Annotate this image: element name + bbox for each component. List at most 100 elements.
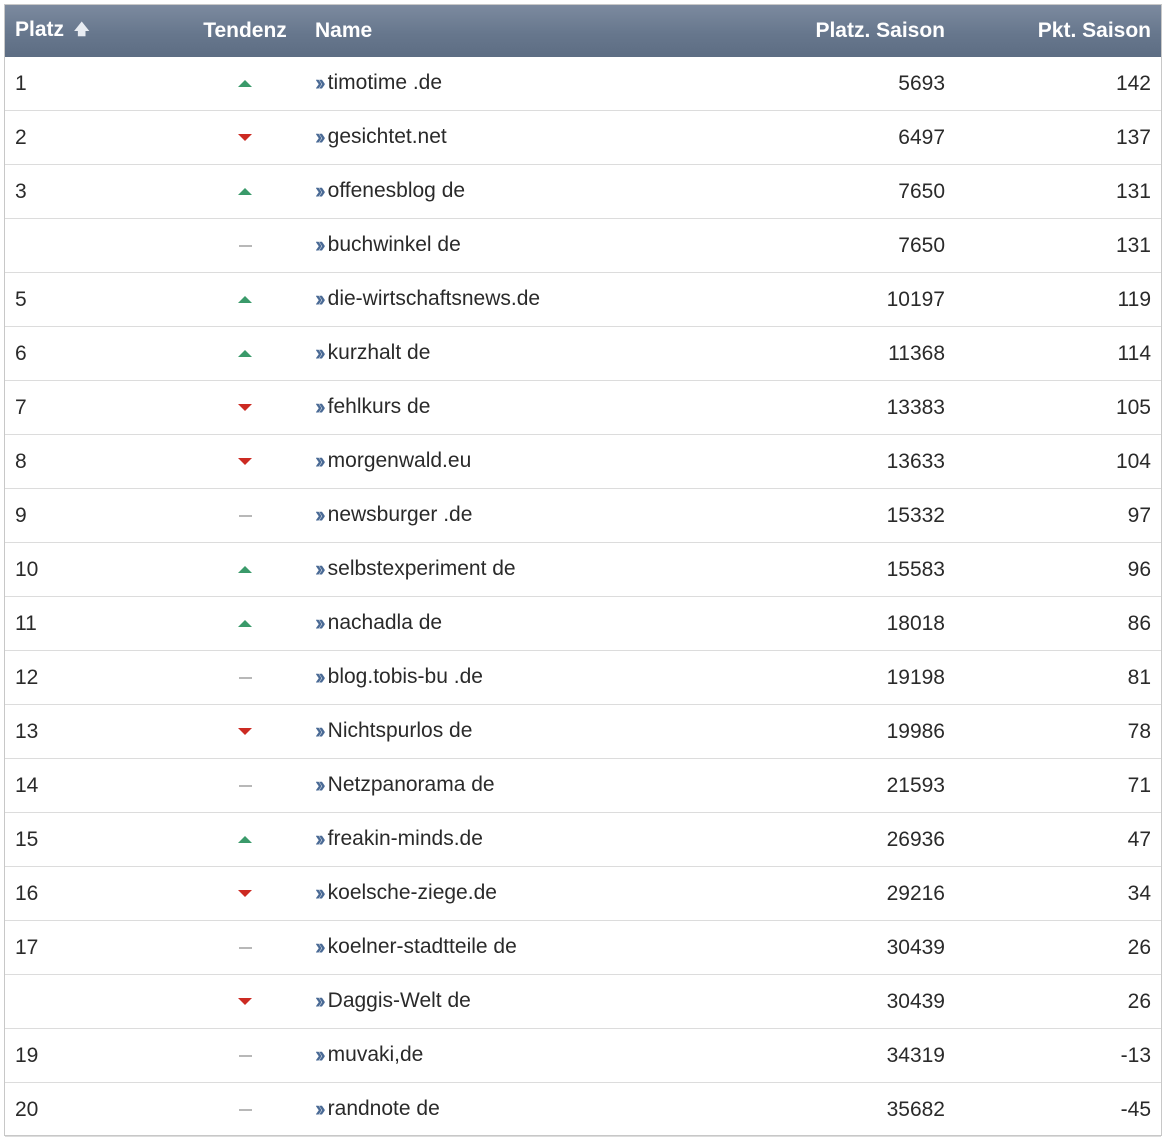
double-chevron-right-icon: ›› <box>315 502 325 527</box>
season-points-cell: 47 <box>955 812 1161 867</box>
name-cell: ›› kurzhalt de <box>315 326 785 381</box>
blog-name-label: buchwinkel de <box>327 233 461 256</box>
column-header-platz[interactable]: Platz 🡅 <box>5 5 175 57</box>
season-points-cell: 137 <box>955 110 1161 165</box>
season-rank-cell: 26936 <box>785 812 955 867</box>
trend-cell <box>175 812 315 867</box>
blog-name-label: Daggis-Welt de <box>327 989 471 1012</box>
season-rank-cell: 21593 <box>785 758 955 813</box>
trend-cell <box>175 542 315 597</box>
season-points-cell: 86 <box>955 596 1161 651</box>
name-cell: ›› buchwinkel de <box>315 218 785 273</box>
blog-link[interactable]: ›› nachadla de <box>315 611 442 635</box>
column-header-name[interactable]: Name <box>315 5 785 57</box>
double-chevron-right-icon: ›› <box>315 340 325 365</box>
season-rank-cell: 7650 <box>785 218 955 273</box>
blog-link[interactable]: ›› blog.tobis-bu .de <box>315 665 483 689</box>
double-chevron-right-icon: ›› <box>315 124 325 149</box>
table-row: 11 ›› nachadla de 18018 86 <box>5 596 1161 651</box>
rank-cell: 8 <box>5 434 175 489</box>
season-rank-cell: 35682 <box>785 1082 955 1137</box>
rank-cell: 15 <box>5 812 175 867</box>
trend-cell <box>175 1028 315 1083</box>
trend-cell <box>175 920 315 975</box>
season-rank-cell: 7650 <box>785 164 955 219</box>
blog-link[interactable]: ›› buchwinkel de <box>315 233 461 257</box>
double-chevron-right-icon: ›› <box>315 394 325 419</box>
blog-link[interactable]: ›› gesichtet.net <box>315 125 447 149</box>
blog-link[interactable]: ›› koelsche-ziege.de <box>315 881 497 905</box>
blog-link[interactable]: ›› Nichtspurlos de <box>315 719 472 743</box>
blog-name-label: newsburger .de <box>327 503 473 526</box>
blog-link[interactable]: ›› timotime .de <box>315 71 442 95</box>
season-rank-cell: 6497 <box>785 110 955 165</box>
trend-same-icon <box>238 244 252 247</box>
ranking-table: Platz 🡅 Tendenz Name Platz. Saison Pkt. S… <box>5 5 1161 1137</box>
name-cell: ›› selbstexperiment de <box>315 542 785 597</box>
trend-cell <box>175 650 315 705</box>
rank-cell: 12 <box>5 650 175 705</box>
blog-link[interactable]: ›› koelner-stadtteile de <box>315 935 517 959</box>
name-cell: ›› blog.tobis-bu .de <box>315 650 785 705</box>
blog-link[interactable]: ›› die-wirtschaftsnews.de <box>315 287 540 311</box>
double-chevron-right-icon: ›› <box>315 826 325 851</box>
table-row: 19 ›› muvaki,de 34319 -13 <box>5 1028 1161 1083</box>
blog-link[interactable]: ›› kurzhalt de <box>315 341 430 365</box>
double-chevron-right-icon: ›› <box>315 70 325 95</box>
rank-cell <box>5 218 175 273</box>
trend-cell <box>175 704 315 759</box>
name-cell: ›› morgenwald.eu <box>315 434 785 489</box>
blog-name-label: nachadla de <box>327 611 443 634</box>
blog-link[interactable]: ›› Daggis-Welt de <box>315 989 471 1013</box>
blog-link[interactable]: ›› morgenwald.eu <box>315 449 471 473</box>
season-points-cell: 97 <box>955 488 1161 543</box>
blog-link[interactable]: ›› muvaki,de <box>315 1043 423 1067</box>
rank-cell: 16 <box>5 866 175 921</box>
sort-up-arrow-icon[interactable]: 🡅 <box>74 19 89 44</box>
blog-link[interactable]: ›› fehlkurs de <box>315 395 430 419</box>
trend-up-icon <box>238 80 252 88</box>
blog-link[interactable]: ›› newsburger .de <box>315 503 472 527</box>
blog-link[interactable]: ›› offenesblog de <box>315 179 465 203</box>
table-row: 12 ›› blog.tobis-bu .de 19198 81 <box>5 650 1161 705</box>
season-points-cell: 34 <box>955 866 1161 921</box>
trend-cell <box>175 326 315 381</box>
double-chevron-right-icon: ›› <box>315 934 325 959</box>
table-row: 5 ›› die-wirtschaftsnews.de 10197 119 <box>5 272 1161 327</box>
table-row: 20 ›› randnote de 35682 -45 <box>5 1082 1161 1137</box>
blog-link[interactable]: ›› freakin-minds.de <box>315 827 483 851</box>
blog-name-label: muvaki,de <box>327 1043 424 1066</box>
blog-link[interactable]: ›› Netzpanorama de <box>315 773 495 797</box>
table-row: ›› buchwinkel de 7650 131 <box>5 218 1161 273</box>
double-chevron-right-icon: ›› <box>315 286 325 311</box>
season-points-cell: 142 <box>955 57 1161 111</box>
trend-cell <box>175 57 315 111</box>
name-cell: ›› timotime .de <box>315 57 785 111</box>
blog-link[interactable]: ›› randnote de <box>315 1097 440 1121</box>
column-header-platz-saison[interactable]: Platz. Saison <box>785 5 955 57</box>
trend-cell <box>175 164 315 219</box>
double-chevron-right-icon: ›› <box>315 1096 325 1121</box>
trend-same-icon <box>238 1108 252 1111</box>
season-points-cell: 26 <box>955 920 1161 975</box>
name-cell: ›› fehlkurs de <box>315 380 785 435</box>
trend-down-icon <box>238 404 252 412</box>
column-header-tendenz[interactable]: Tendenz <box>175 5 315 57</box>
ranking-table-container: Platz 🡅 Tendenz Name Platz. Saison Pkt. S… <box>4 4 1162 1137</box>
column-header-pkt-saison[interactable]: Pkt. Saison <box>955 5 1161 57</box>
blog-name-label: blog.tobis-bu .de <box>327 665 483 688</box>
blog-link[interactable]: ›› selbstexperiment de <box>315 557 516 581</box>
trend-cell <box>175 272 315 327</box>
table-row: 8 ›› morgenwald.eu 13633 104 <box>5 434 1161 489</box>
table-row: ›› Daggis-Welt de 30439 26 <box>5 974 1161 1029</box>
trend-down-icon <box>238 998 252 1006</box>
trend-cell <box>175 434 315 489</box>
blog-name-label: Nichtspurlos de <box>327 719 473 742</box>
blog-name-label: timotime .de <box>327 71 443 94</box>
table-row: 7 ›› fehlkurs de 13383 105 <box>5 380 1161 435</box>
trend-up-icon <box>238 188 252 196</box>
trend-down-icon <box>238 458 252 466</box>
trend-up-icon <box>238 350 252 358</box>
rank-cell: 9 <box>5 488 175 543</box>
blog-name-label: gesichtet.net <box>327 125 447 148</box>
